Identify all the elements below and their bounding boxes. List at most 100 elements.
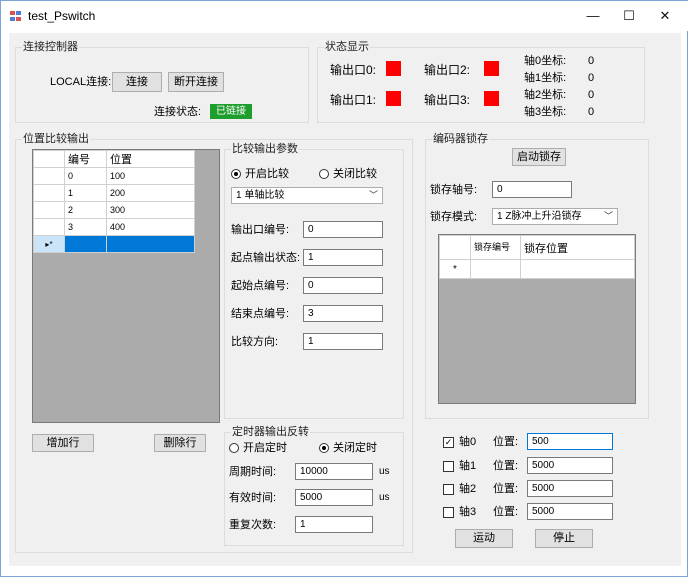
axis2-coord-value: 0 bbox=[588, 89, 595, 101]
new-row-marker[interactable]: ▸* bbox=[33, 235, 65, 253]
compare-params-group: 比较输出参数 开启比较 关闭比较 1 单轴比较 ﹀ 输出口编号: 0 起点输出状… bbox=[224, 143, 404, 419]
axis2-checkbox[interactable] bbox=[443, 484, 454, 495]
timer-on-radio[interactable] bbox=[229, 443, 239, 453]
compare-off-radio[interactable] bbox=[319, 169, 329, 179]
status-group-title: 状态显示 bbox=[324, 41, 370, 54]
row-header[interactable] bbox=[33, 201, 65, 219]
axis3-position-label: 位置: bbox=[493, 506, 519, 518]
latch-axis-label: 锁存轴号: bbox=[430, 184, 478, 196]
row-header[interactable] bbox=[33, 218, 65, 236]
cell-position[interactable]: 300 bbox=[106, 201, 195, 219]
cell-id[interactable]: 2 bbox=[64, 201, 107, 219]
compare-direction-input[interactable]: 1 bbox=[303, 333, 383, 350]
encoder-latch-group-title: 编码器锁存 bbox=[432, 133, 489, 146]
disconnect-button[interactable]: 断开连接 bbox=[168, 72, 224, 92]
grid-corner bbox=[439, 235, 471, 260]
cell-id[interactable]: 0 bbox=[64, 167, 107, 185]
status-group: 状态显示 输出口0: 输出口2: 输出口1: 输出口3: 轴0坐标: 0 轴1坐… bbox=[317, 41, 645, 123]
output-1-label: 输出口1: bbox=[330, 93, 377, 107]
add-row-button[interactable]: 增加行 bbox=[32, 434, 94, 452]
output-3-label: 输出口3: bbox=[424, 93, 471, 107]
connect-status-label: 连接状态: bbox=[154, 106, 202, 118]
end-point-input[interactable]: 3 bbox=[303, 305, 383, 322]
delete-row-button[interactable]: 删除行 bbox=[154, 434, 206, 452]
compare-mode-select[interactable]: 1 单轴比较 ﹀ bbox=[231, 187, 383, 204]
new-row-marker[interactable]: * bbox=[439, 259, 471, 279]
compare-direction-label: 比较方向: bbox=[231, 336, 279, 348]
valid-unit: us bbox=[379, 492, 390, 503]
row-header[interactable] bbox=[33, 184, 65, 202]
new-cell-position[interactable] bbox=[106, 235, 195, 253]
connect-button[interactable]: 连接 bbox=[112, 72, 162, 92]
column-header-latch-position[interactable]: 锁存位置 bbox=[520, 235, 635, 260]
latch-grid[interactable]: 锁存编号 锁存位置 * bbox=[438, 234, 636, 404]
cell-id[interactable]: 3 bbox=[64, 218, 107, 236]
compare-params-group-title: 比较输出参数 bbox=[231, 143, 299, 156]
new-row[interactable]: * bbox=[439, 259, 635, 279]
new-cell-id[interactable] bbox=[64, 235, 107, 253]
repeat-count-input[interactable]: 1 bbox=[295, 516, 373, 533]
end-point-label: 结束点编号: bbox=[231, 308, 290, 320]
period-unit: us bbox=[379, 466, 390, 477]
axis3-checkbox[interactable] bbox=[443, 507, 454, 518]
table-row[interactable]: 2 300 bbox=[33, 201, 195, 219]
connect-status-badge: 已链接 bbox=[210, 104, 252, 119]
new-cell-latch-position[interactable] bbox=[520, 259, 635, 279]
axis1-checkbox[interactable] bbox=[443, 461, 454, 472]
connect-group-title: 连接控制器 bbox=[22, 41, 79, 54]
latch-mode-label: 锁存模式: bbox=[430, 211, 478, 223]
new-row[interactable]: ▸* bbox=[33, 235, 195, 253]
chevron-down-icon: ﹀ bbox=[603, 211, 613, 221]
main-window: test_Pswitch — ☐ ✕ 连接控制器 LOCAL连接: 连接 断开连… bbox=[0, 0, 688, 577]
cell-position[interactable]: 200 bbox=[106, 184, 195, 202]
position-compare-group-title: 位置比较输出 bbox=[22, 133, 90, 146]
axis1-coord-label: 轴1坐标: bbox=[524, 72, 567, 84]
axis3-position-input[interactable]: 5000 bbox=[527, 503, 613, 520]
start-output-state-input[interactable]: 1 bbox=[303, 249, 383, 266]
window-title: test_Pswitch bbox=[28, 9, 96, 23]
axis1-coord-value: 0 bbox=[588, 72, 595, 84]
compare-on-label: 开启比较 bbox=[245, 168, 289, 180]
position-grid[interactable]: 编号 位置 0 100 1 200 2 300 3 400 ▸* bbox=[32, 149, 220, 423]
compare-on-radio[interactable] bbox=[231, 169, 241, 179]
column-header-latch-id[interactable]: 锁存编号 bbox=[470, 235, 521, 260]
axis0-position-input[interactable]: 500 bbox=[527, 433, 613, 450]
start-output-state-label: 起点输出状态: bbox=[231, 252, 301, 264]
start-point-input[interactable]: 0 bbox=[303, 277, 383, 294]
axis1-position-label: 位置: bbox=[493, 460, 519, 472]
latch-mode-select[interactable]: 1 Z脉冲上升沿锁存 ﹀ bbox=[492, 208, 618, 225]
latch-axis-input[interactable]: 0 bbox=[492, 181, 572, 198]
axis1-position-input[interactable]: 5000 bbox=[527, 457, 613, 474]
new-cell-latch-id[interactable] bbox=[470, 259, 521, 279]
timer-off-radio[interactable] bbox=[319, 443, 329, 453]
output-1-indicator bbox=[386, 91, 401, 106]
compare-mode-value: 1 单轴比较 bbox=[236, 190, 285, 201]
timer-off-label: 关闭定时 bbox=[333, 442, 377, 454]
chevron-down-icon: ﹀ bbox=[368, 190, 378, 200]
row-header[interactable] bbox=[33, 167, 65, 185]
period-time-input[interactable]: 10000 bbox=[295, 463, 373, 480]
encoder-latch-group: 编码器锁存 启动锁存 锁存轴号: 0 锁存模式: 1 Z脉冲上升沿锁存 ﹀ 锁存… bbox=[425, 133, 649, 419]
valid-time-input[interactable]: 5000 bbox=[295, 489, 373, 506]
timer-group: 定时器输出反转 开启定时 关闭定时 周期时间: 10000 us 有效时间: 5… bbox=[224, 426, 404, 546]
stop-button[interactable]: 停止 bbox=[535, 529, 593, 548]
table-row[interactable]: 3 400 bbox=[33, 218, 195, 236]
column-header-position[interactable]: 位置 bbox=[106, 150, 195, 168]
cell-id[interactable]: 1 bbox=[64, 184, 107, 202]
output-2-label: 输出口2: bbox=[424, 63, 471, 77]
table-row[interactable]: 0 100 bbox=[33, 167, 195, 185]
column-header-id[interactable]: 编号 bbox=[64, 150, 107, 168]
table-row[interactable]: 1 200 bbox=[33, 184, 195, 202]
start-latch-button[interactable]: 启动锁存 bbox=[512, 148, 566, 166]
start-point-label: 起始点编号: bbox=[231, 280, 290, 292]
timer-on-label: 开启定时 bbox=[243, 442, 287, 454]
output-port-input[interactable]: 0 bbox=[303, 221, 383, 238]
cell-position[interactable]: 100 bbox=[106, 167, 195, 185]
cell-position[interactable]: 400 bbox=[106, 218, 195, 236]
axis2-position-input[interactable]: 5000 bbox=[527, 480, 613, 497]
close-button[interactable]: ✕ bbox=[643, 5, 687, 27]
period-time-label: 周期时间: bbox=[229, 466, 277, 478]
axis3-coord-value: 0 bbox=[588, 106, 595, 118]
axis0-checkbox[interactable]: ✓ bbox=[443, 437, 454, 448]
run-button[interactable]: 运动 bbox=[455, 529, 513, 548]
